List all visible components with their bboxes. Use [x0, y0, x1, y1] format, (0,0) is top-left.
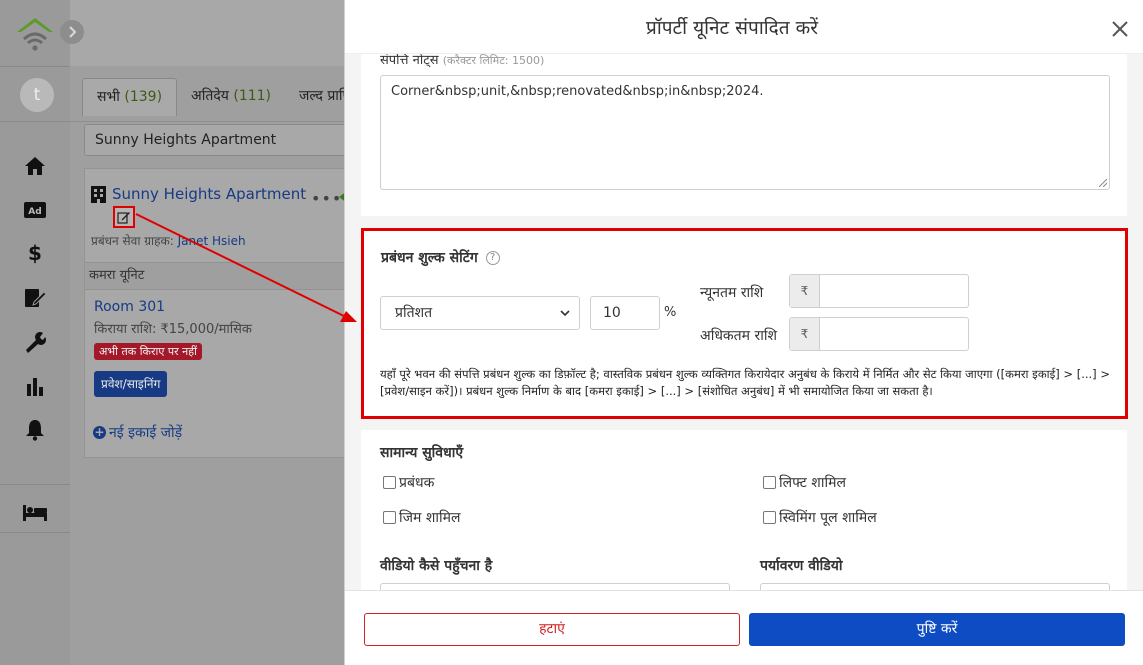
home-icon[interactable]	[22, 154, 48, 178]
video-env-input[interactable]	[760, 583, 1110, 590]
video-access-input[interactable]	[380, 583, 730, 590]
notes-label-text: संपत्ति नोट्स	[380, 53, 439, 68]
fee-title-text: प्रबंधन शुल्क सेटिंग	[381, 250, 478, 266]
chevron-right-icon	[69, 26, 77, 38]
dollar-icon-label: $	[28, 242, 42, 264]
checkbox-pool[interactable]: स्विमिंग पूल शामिल	[763, 508, 877, 527]
max-amount-field[interactable]: ₹	[789, 317, 969, 351]
sidebar-divider	[0, 484, 70, 485]
tab-all[interactable]: सभी (139)	[82, 78, 178, 116]
filter-tabs: सभी (139) अतिदेय (111) जल्द प्राप्ति	[82, 78, 369, 116]
fee-percent-input[interactable]: 10	[590, 296, 660, 330]
notes-value: Corner&nbsp;unit,&nbsp;renovated&nbsp;in…	[391, 84, 764, 99]
close-icon[interactable]	[1111, 20, 1129, 38]
edit-icon	[117, 212, 130, 224]
contract-edit-icon[interactable]	[22, 285, 48, 309]
sidebar-divider	[0, 121, 70, 122]
manager-name[interactable]: Janet Hsieh	[178, 234, 246, 248]
max-amount-label: अधिकतम राशि	[700, 328, 777, 344]
sidebar-divider	[0, 532, 70, 533]
room-name[interactable]: Room 301	[94, 299, 165, 315]
property-more-menu[interactable]: •••	[311, 189, 342, 208]
help-icon[interactable]: ?	[485, 250, 500, 265]
checkin-signing-button[interactable]: प्रवेश/साइनिंग	[94, 371, 168, 397]
ad-icon-label: Ad	[28, 207, 41, 217]
currency-addon: ₹	[790, 275, 820, 307]
units-header: कमरा यूनिट	[85, 262, 375, 290]
expand-sidebar-button[interactable]	[60, 20, 84, 44]
ad-icon[interactable]: Ad	[22, 198, 48, 222]
video-access-label: वीडियो कैसे पहुँचना है	[380, 558, 493, 574]
bar-chart-icon[interactable]	[22, 374, 48, 398]
building-icon	[91, 185, 106, 203]
add-unit-label: नई इकाई जोड़ें	[109, 425, 183, 441]
fee-type-select[interactable]: प्रतिशत	[380, 296, 580, 330]
sidebar: t Ad $	[0, 0, 70, 665]
checkbox-box[interactable]	[383, 476, 396, 489]
notes-textarea[interactable]: Corner&nbsp;unit,&nbsp;renovated&nbsp;in…	[380, 75, 1110, 190]
percent-sign: %	[664, 305, 677, 320]
currency-addon: ₹	[790, 318, 820, 350]
tab-label: सभी	[97, 89, 120, 105]
modal-footer: हटाएं पुष्टि करें	[345, 590, 1143, 665]
property-card-header: Sunny Heights Apartment	[91, 185, 306, 203]
checkbox-label: लिफ्ट शामिल	[779, 475, 846, 491]
checkbox-label: जिम शामिल	[399, 510, 461, 526]
modal-body: संपत्ति नोट्स (करैक्टर लिमिट: 1500) Corn…	[345, 0, 1143, 590]
manager-line: प्रबंधन सेवा ग्राहक: Janet Hsieh	[91, 232, 246, 249]
confirm-button[interactable]: पुष्टि करें	[749, 613, 1125, 646]
logo-icon[interactable]	[14, 12, 56, 54]
chevron-down-icon	[560, 310, 570, 317]
min-amount-label: न्यूनतम राशि	[700, 285, 764, 301]
checkbox-label: प्रबंधक	[399, 475, 435, 491]
min-amount-field[interactable]: ₹	[789, 274, 969, 308]
fee-title: प्रबंधन शुल्क सेटिंग ?	[381, 248, 500, 267]
management-fee-section: प्रबंधन शुल्क सेटिंग ? प्रतिशत 10 % न्यू…	[361, 228, 1128, 419]
property-search-input[interactable]: Sunny Heights Apartment	[84, 124, 374, 156]
modal-title: प्रॉपर्टी यूनिट संपादित करें	[646, 17, 818, 39]
avatar[interactable]: t	[20, 78, 54, 112]
tab-label: अतिदेय	[191, 88, 229, 104]
edit-unit-modal: संपत्ति नोट्स (करैक्टर लिमिट: 1500) Corn…	[344, 0, 1143, 665]
checkbox-gym[interactable]: जिम शामिल	[383, 508, 460, 527]
wrench-icon[interactable]	[22, 330, 48, 354]
manager-label: प्रबंधन सेवा ग्राहक:	[91, 234, 174, 248]
sidebar-divider	[0, 66, 70, 67]
bell-icon[interactable]	[22, 418, 48, 442]
fee-type-value: प्रतिशत	[395, 305, 433, 321]
checkbox-box[interactable]	[763, 476, 776, 489]
checkbox-box[interactable]	[383, 511, 396, 524]
checkbox-box[interactable]	[763, 511, 776, 524]
property-card: Sunny Heights Apartment ••• प्रबंधन सेवा…	[84, 168, 375, 458]
property-title[interactable]: Sunny Heights Apartment	[112, 185, 306, 203]
tab-overdue[interactable]: अतिदेय (111)	[177, 78, 285, 116]
video-env-label: पर्यावरण वीडियो	[760, 558, 843, 574]
checkbox-label: स्विमिंग पूल शामिल	[779, 510, 877, 526]
checkbox-manager[interactable]: प्रबंधक	[383, 473, 434, 492]
plus-icon: +	[93, 425, 106, 439]
status-badge: अभी तक किराए पर नहीं	[94, 343, 202, 360]
resize-grip-icon[interactable]	[1099, 179, 1107, 187]
edit-property-button[interactable]	[113, 206, 135, 228]
remove-button[interactable]: हटाएं	[364, 613, 740, 646]
add-unit-link[interactable]: + नई इकाई जोड़ें	[93, 423, 182, 442]
modal-header: प्रॉपर्टी यूनिट संपादित करें	[345, 0, 1143, 54]
room-rent: किराया राशि: ₹15,000/मासिक	[94, 322, 252, 337]
amenities-title: सामान्य सुविधाएँ	[380, 445, 464, 461]
notes-hint: (करैक्टर लिमिट: 1500)	[442, 54, 545, 67]
bed-icon[interactable]	[22, 500, 48, 524]
dollar-icon[interactable]: $	[22, 241, 48, 265]
fee-note: यहाँ पूरे भवन की संपत्ति प्रबंधन शुल्क क…	[380, 367, 1110, 398]
checkbox-elevator[interactable]: लिफ्ट शामिल	[763, 473, 846, 492]
tab-count: (111)	[233, 88, 272, 104]
tab-count: (139)	[124, 89, 163, 105]
